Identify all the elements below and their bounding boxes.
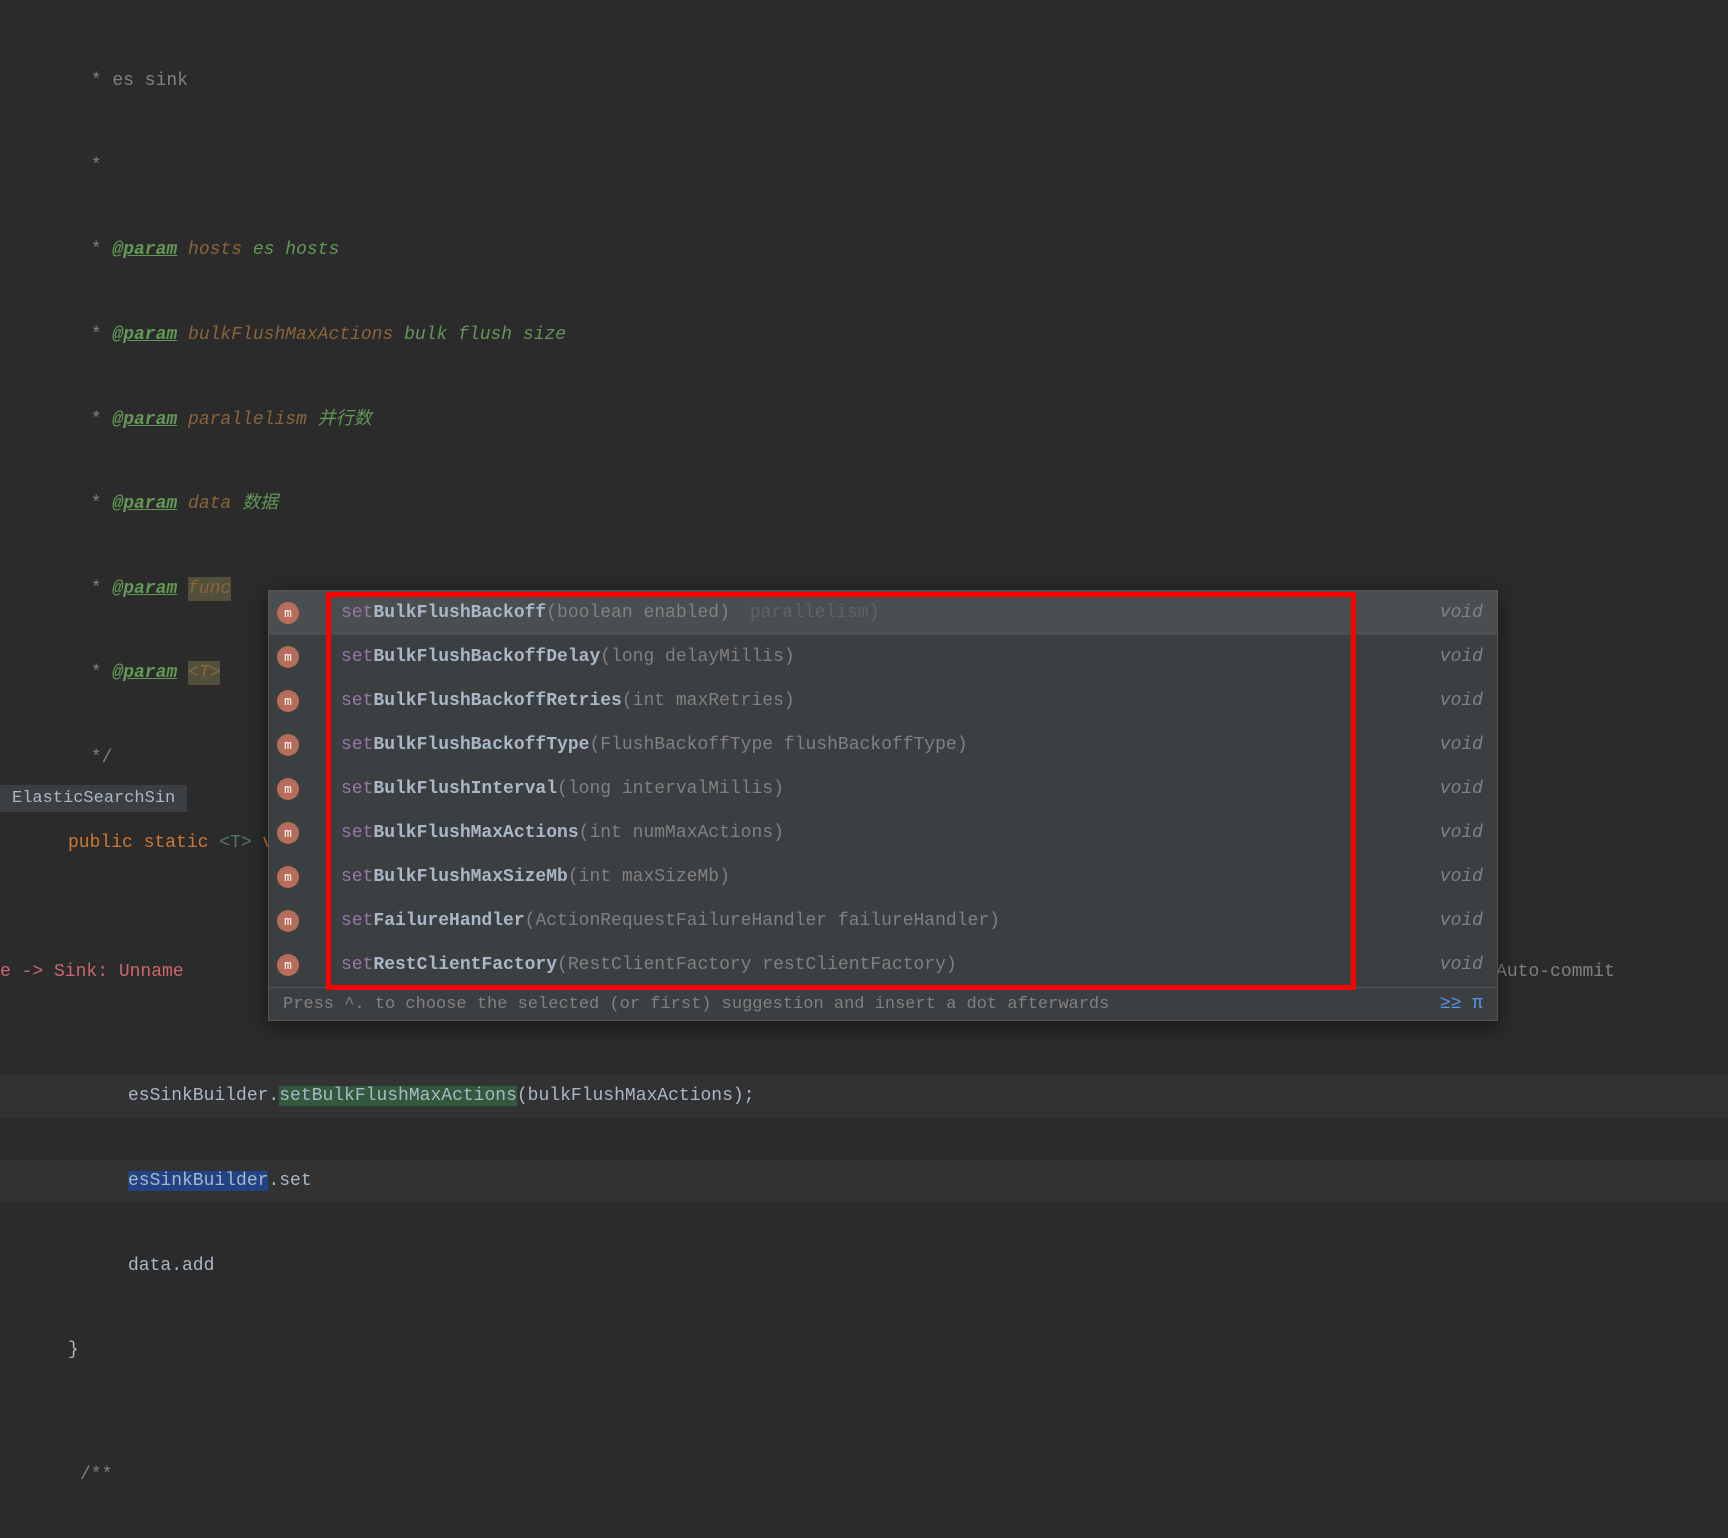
param-name: bulkFlushMaxActions: [188, 325, 393, 345]
param-tag: @param: [112, 410, 177, 430]
autocomplete-item[interactable]: m setBulkFlushBackoffType(FlushBackoffTyp…: [269, 723, 1497, 767]
method-icon: m: [277, 646, 299, 668]
param-desc: bulk flush size: [404, 325, 566, 345]
param-name-warn: <T>: [188, 661, 220, 685]
method-icon: m: [277, 778, 299, 800]
keyword: static: [144, 833, 209, 853]
comment-line: *: [80, 156, 102, 176]
return-type: void: [1440, 867, 1483, 887]
param-tag: @param: [112, 325, 177, 345]
return-type: void: [1440, 735, 1483, 755]
param-desc: 并行数: [318, 410, 372, 430]
console-line: e -> Sink: Unname: [0, 962, 184, 982]
method-icon: m: [277, 734, 299, 756]
pi-icon[interactable]: ≥≥ π: [1440, 994, 1483, 1014]
autocomplete-item[interactable]: m setBulkFlushMaxSizeMb(int maxSizeMb)voi…: [269, 855, 1497, 899]
param-tag: @param: [112, 240, 177, 260]
autocomplete-item[interactable]: m setBulkFlushInterval(long intervalMilli…: [269, 767, 1497, 811]
brace: }: [68, 1340, 79, 1360]
comment-line: *: [80, 240, 112, 260]
method-icon: m: [277, 866, 299, 888]
return-type: void: [1440, 691, 1483, 711]
param-tag: @param: [112, 579, 177, 599]
param-name: parallelism: [188, 410, 307, 430]
param-name: data: [188, 494, 231, 514]
param-name-warn: func: [188, 577, 231, 601]
method-signature: setBulkFlushMaxActions(int numMaxActions…: [341, 823, 1440, 843]
param-tag: @param: [112, 663, 177, 683]
autocomplete-popup[interactable]: m setBulkFlushBackoff(boolean enabled)par…: [268, 590, 1498, 1021]
type-param: <T>: [219, 833, 251, 853]
autocomplete-item[interactable]: m setRestClientFactory(RestClientFactory …: [269, 943, 1497, 987]
method-signature: setBulkFlushBackoffDelay(long delayMilli…: [341, 647, 1440, 667]
popup-hint-text: Press ^. to choose the selected (or firs…: [283, 995, 1109, 1014]
method-signature: setBulkFlushBackoffType(FlushBackoffType…: [341, 735, 1440, 755]
method-icon: m: [277, 954, 299, 976]
method-signature: setBulkFlushInterval(long intervalMillis…: [341, 779, 1440, 799]
popup-hint-bar: Press ^. to choose the selected (or firs…: [269, 987, 1497, 1020]
breadcrumb[interactable]: ElasticSearchSin: [0, 785, 187, 812]
keyword: public: [68, 833, 133, 853]
autocomplete-item[interactable]: m setFailureHandler(ActionRequestFailureH…: [269, 899, 1497, 943]
comment-start: /**: [80, 1465, 112, 1485]
method-icon: m: [277, 602, 299, 624]
param-desc: 数据: [242, 494, 278, 514]
param-name: hosts: [188, 240, 242, 260]
autocomplete-item[interactable]: m setBulkFlushMaxActions(int numMaxAction…: [269, 811, 1497, 855]
return-type: void: [1440, 603, 1483, 623]
method-signature: setBulkFlushMaxSizeMb(int maxSizeMb): [341, 867, 1440, 887]
method-signature: setFailureHandler(ActionRequestFailureHa…: [341, 911, 1440, 931]
return-type: void: [1440, 647, 1483, 667]
return-type: void: [1440, 779, 1483, 799]
autocomplete-item[interactable]: m setBulkFlushBackoffRetries(int maxRetri…: [269, 679, 1497, 723]
method-icon: m: [277, 690, 299, 712]
method-icon: m: [277, 822, 299, 844]
return-type: void: [1440, 823, 1483, 843]
param-desc: es hosts: [253, 240, 339, 260]
return-type: void: [1440, 955, 1483, 975]
return-type: void: [1440, 911, 1483, 931]
autocomplete-item[interactable]: m setBulkFlushBackoff(boolean enabled)par…: [269, 591, 1497, 635]
autocomplete-item[interactable]: m setBulkFlushBackoffDelay(long delayMill…: [269, 635, 1497, 679]
method-signature: setRestClientFactory(RestClientFactory r…: [341, 955, 1440, 975]
method-icon: m: [277, 910, 299, 932]
method-signature: setBulkFlushBackoffRetries(int maxRetrie…: [341, 691, 1440, 711]
comment-end: */: [80, 748, 112, 768]
comment-line: * es sink: [80, 71, 188, 91]
param-tag: @param: [112, 494, 177, 514]
method-signature: setBulkFlushBackoff(boolean enabled)para…: [341, 603, 1440, 623]
